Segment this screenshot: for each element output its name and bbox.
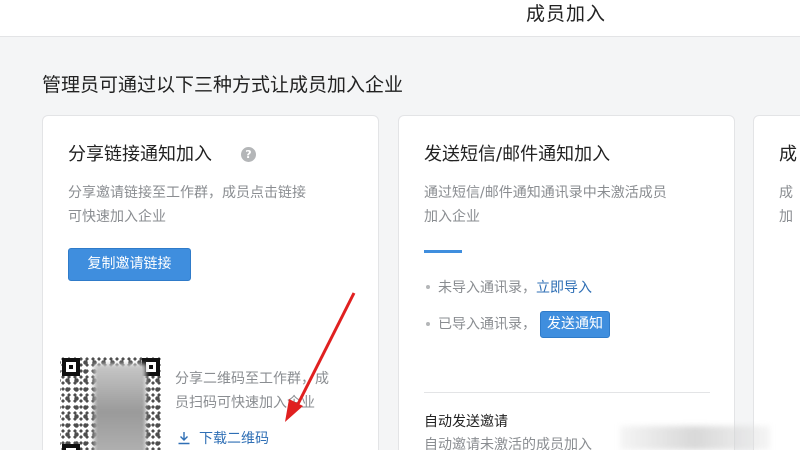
third-card-desc-line2: 加	[779, 209, 793, 225]
auto-invite-description: 自动邀请未激活的成员加入	[424, 437, 592, 450]
download-qr-label: 下载二维码	[199, 431, 269, 447]
qr-code-blur-overlay	[94, 364, 146, 450]
imported-text: 已导入通讯录，	[438, 316, 536, 333]
share-link-card: 分享链接通知加入 ? 分享邀请链接至工作群，成员点击链接 可快速加入企业 复制邀…	[42, 115, 379, 450]
bullet-dot	[426, 285, 430, 289]
qr-finder-top-left	[62, 358, 80, 376]
share-link-desc-line2: 可快速加入企业	[68, 209, 166, 225]
sms-email-description: 通过短信/邮件通知通讯录中未激活成员 加入企业	[424, 181, 724, 229]
bullet-dot	[426, 321, 430, 326]
third-card-title: 成	[779, 144, 797, 165]
accent-divider	[424, 250, 462, 253]
share-link-description: 分享邀请链接至工作群，成员点击链接 可快速加入企业	[68, 181, 368, 229]
qr-desc-line1: 分享二维码至工作群，成	[175, 371, 329, 387]
watermark-blur	[620, 426, 770, 450]
share-link-desc-line1: 分享邀请链接至工作群，成员点击链接	[68, 185, 306, 201]
page-header-title: 成员加入	[526, 3, 607, 25]
sms-email-card-title: 发送短信/邮件通知加入	[424, 144, 611, 165]
qr-code-image	[60, 356, 162, 450]
imported-row: 已导入通讯录， 发送通知	[426, 311, 610, 338]
third-card-description: 成 加	[779, 181, 793, 229]
sms-email-desc-line2: 加入企业	[424, 209, 480, 225]
download-qr-link[interactable]: 下载二维码	[177, 427, 269, 450]
copy-invite-link-button[interactable]: 复制邀请链接	[68, 248, 191, 281]
question-circle-icon[interactable]: ?	[241, 147, 256, 162]
not-imported-text: 未导入通讯录，	[438, 280, 536, 296]
qr-finder-bottom-left	[62, 444, 80, 450]
download-icon	[178, 432, 190, 445]
send-notification-button[interactable]: 发送通知	[540, 311, 610, 338]
top-bar: 成员加入	[0, 0, 800, 37]
page-heading: 管理员可通过以下三种方式让成员加入企业	[42, 74, 404, 96]
sms-email-desc-line1: 通过短信/邮件通知通讯录中未激活成员	[424, 185, 667, 201]
qr-description: 分享二维码至工作群，成 员扫码可快速加入企业	[175, 367, 365, 415]
import-now-link[interactable]: 立即导入	[536, 280, 592, 296]
share-link-card-title: 分享链接通知加入	[68, 144, 212, 165]
sms-email-card: 发送短信/邮件通知加入 通过短信/邮件通知通讯录中未激活成员 加入企业 未导入通…	[398, 115, 735, 450]
qr-desc-line2: 员扫码可快速加入企业	[175, 395, 315, 411]
not-imported-row: 未导入通讯录，立即导入	[426, 276, 592, 300]
third-method-card: 成 成 加	[753, 115, 800, 450]
section-divider	[424, 392, 710, 393]
third-card-desc-line1: 成	[779, 185, 793, 201]
auto-invite-title: 自动发送邀请	[424, 414, 508, 430]
